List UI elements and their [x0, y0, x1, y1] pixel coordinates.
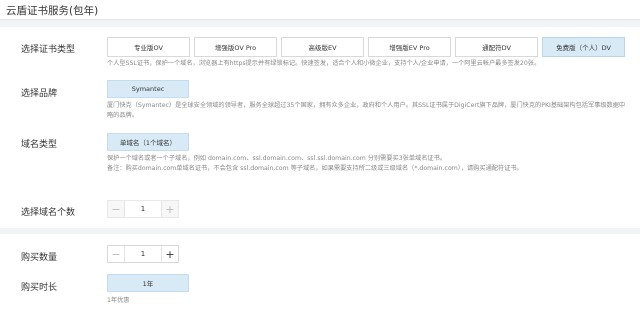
cert-type-option-ov[interactable]: 专业版OV — [107, 37, 190, 57]
domain-count-label: 选择域名个数 — [21, 208, 76, 218]
domain-count-stepper: − 1 + — [107, 200, 179, 218]
duration-label: 购买时长 — [21, 283, 58, 293]
domain-count-input[interactable]: 1 — [124, 201, 162, 217]
page-title: 云盾证书服务(包年) — [6, 5, 99, 17]
domain-type-description-line1: 保护一个域名或者一个子域名，例如 domain.com、ssl.domain.c… — [107, 155, 446, 162]
cert-type-option-ev-pro[interactable]: 增强版EV Pro — [368, 37, 451, 57]
brand-description-line1: 厦门快克（Symantec）是全球安全领域的领导者，服务全球超过35个国家，拥有… — [107, 102, 626, 109]
domain-type-description-line2: 备注：购买domain.com单域名证书，不会包含 ssl.domain.com… — [107, 165, 523, 172]
title-bar: 云盾证书服务(包年) — [0, 0, 640, 20]
brand-label: 选择品牌 — [21, 89, 58, 99]
config-panel — [0, 27, 640, 228]
quantity-label: 购买数量 — [21, 253, 58, 263]
cert-type-option-free-dv[interactable]: 免费版（个人）DV — [542, 37, 625, 57]
cert-type-description: 个人型SSL证书，保护一个域名，浏览器上有https提示并有绿锁标记。快速签发，… — [107, 60, 541, 67]
cert-type-option-wildcard-dv[interactable]: 通配符DV — [455, 37, 538, 57]
duration-option-1-year[interactable]: 1年 — [107, 274, 189, 292]
domain-count-decrement-button[interactable]: − — [108, 201, 124, 217]
quantity-decrement-button[interactable]: − — [108, 246, 124, 262]
domain-count-increment-button[interactable]: + — [162, 201, 178, 217]
quantity-increment-button[interactable]: + — [162, 246, 178, 262]
quantity-stepper: − 1 + — [107, 245, 179, 263]
cert-type-option-ev[interactable]: 高级版EV — [281, 37, 364, 57]
duration-note: 1年优惠 — [107, 297, 130, 304]
cert-type-label: 选择证书类型 — [21, 45, 76, 55]
purchase-panel — [0, 234, 640, 312]
domain-type-label: 域名类型 — [21, 140, 58, 150]
cert-type-option-ov-pro[interactable]: 增强版OV Pro — [194, 37, 277, 57]
brand-description-line2: 略的品牌。 — [107, 112, 138, 119]
quantity-input[interactable]: 1 — [124, 246, 162, 262]
domain-type-option-single[interactable]: 单域名（1个域名） — [107, 133, 189, 151]
brand-option-symantec[interactable]: Symantec — [107, 80, 189, 98]
